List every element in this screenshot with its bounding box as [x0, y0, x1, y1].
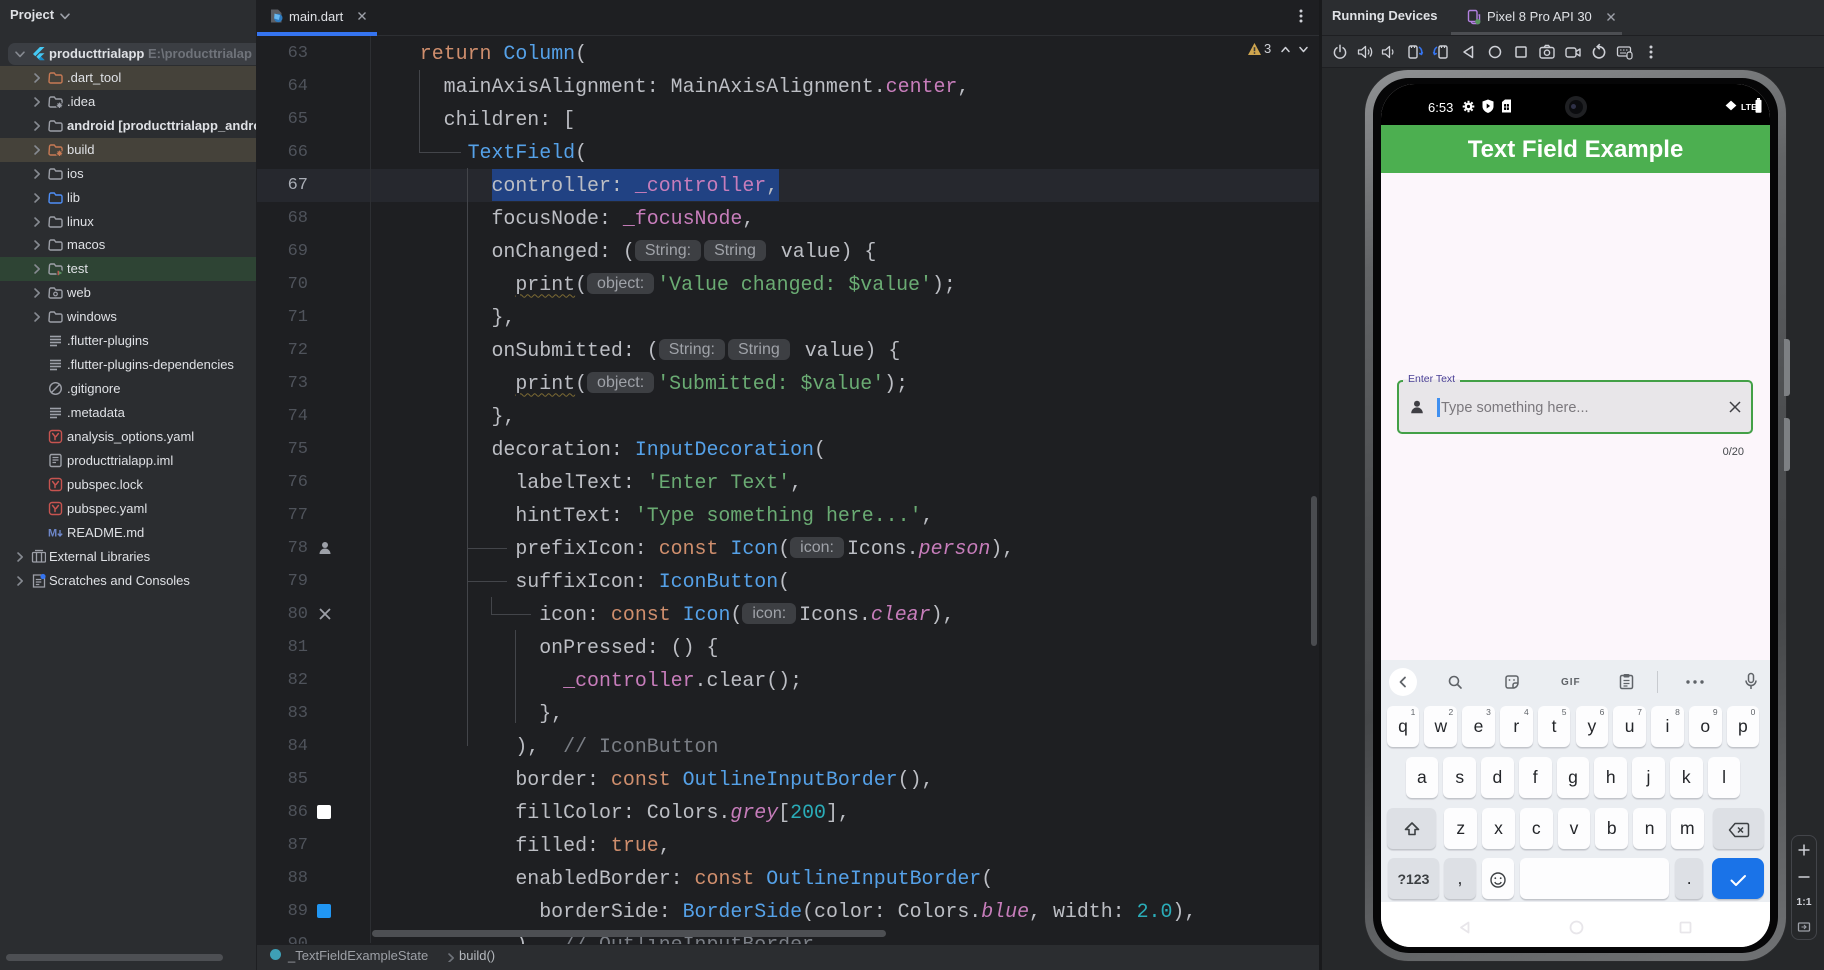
svg-text:M: M: [48, 527, 57, 539]
